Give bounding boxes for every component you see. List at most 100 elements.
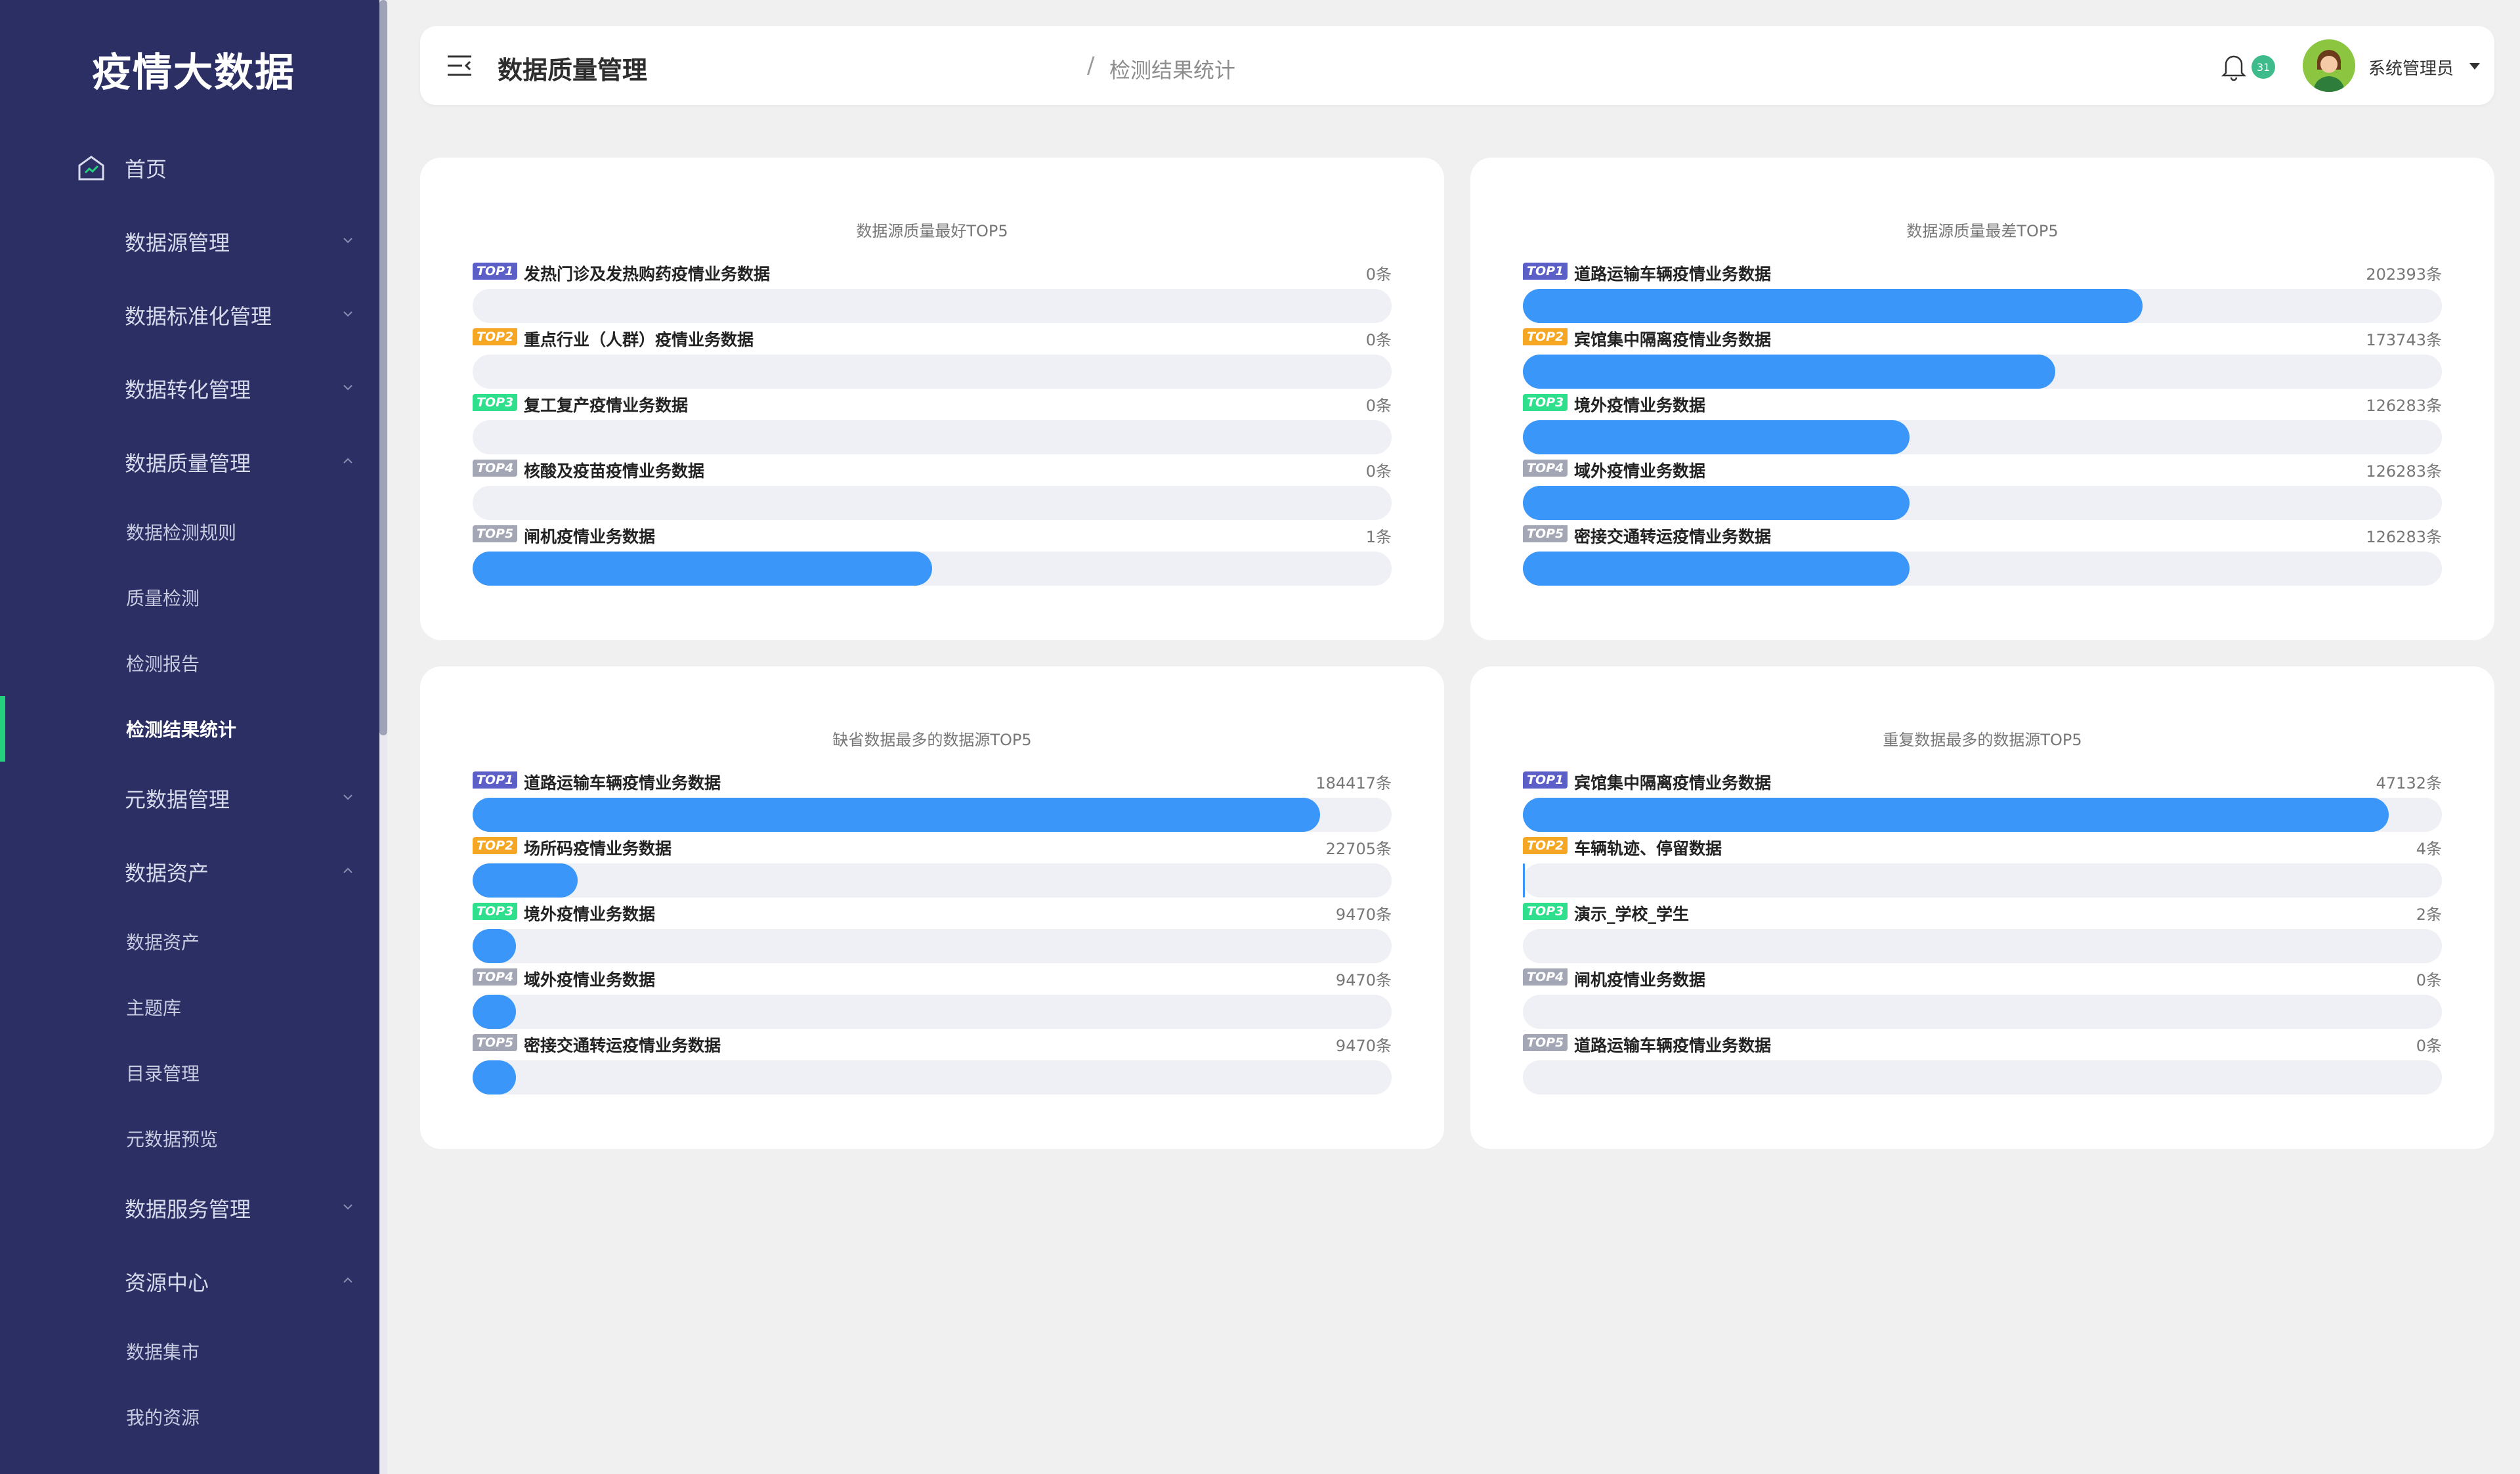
progress-fill: [1523, 863, 1525, 898]
rank-tag: TOP4: [1523, 460, 1568, 477]
rank-tag: TOP4: [1523, 968, 1568, 986]
rank-value: 0条: [1365, 331, 1392, 349]
rank-name: 宾馆集中隔离疫情业务数据: [1574, 330, 1772, 349]
sidebar-subitem-my-resource[interactable]: 我的资源: [0, 1384, 379, 1450]
rank-value: 126283条: [2366, 397, 2442, 415]
home-icon: [78, 156, 104, 181]
rank-tag: TOP5: [1523, 525, 1568, 542]
panel-most-duplicate: 重复数据最多的数据源TOP5 TOP1 宾馆集中隔离疫情业务数据 47132条 TOP…: [1470, 666, 2494, 1149]
sidebar-item-label: 数据转化管理: [125, 378, 251, 402]
rank-row: TOP4 域外疫情业务数据 126283条: [1523, 460, 2442, 525]
sidebar-item-label: 数据源管理: [125, 230, 230, 255]
sidebar-subitem-result-stats[interactable]: 检测结果统计: [0, 696, 379, 762]
chevron-down-icon: [343, 794, 352, 800]
sidebar-subitem-theme[interactable]: 主题库: [0, 974, 379, 1040]
rank-value: 0条: [2416, 971, 2442, 989]
sidebar-item-label: 数据质量管理: [125, 451, 251, 476]
progress-fill: [1523, 552, 1910, 586]
sidebar-item-quality[interactable]: 数据质量管理: [0, 425, 379, 499]
sidebar-subitem-report[interactable]: 检测报告: [0, 630, 379, 696]
sidebar-item-home[interactable]: 首页: [0, 131, 379, 205]
chevron-down-icon: [343, 238, 352, 244]
rank-value: 0条: [1365, 397, 1392, 415]
rank-row: TOP4 闸机疫情业务数据 0条: [1523, 968, 2442, 1034]
panel-title: 重复数据最多的数据源TOP5: [1883, 731, 2082, 749]
rank-tag: TOP3: [473, 394, 518, 411]
sidebar-subitem-quality-check[interactable]: 质量检测: [0, 565, 379, 630]
rank-value: 202393条: [2366, 265, 2442, 284]
rank-row: TOP3 境外疫情业务数据 9470条: [473, 903, 1392, 968]
progress-track: [473, 798, 1392, 832]
rank-tag: TOP4: [473, 460, 518, 477]
progress-fill: [473, 1060, 516, 1095]
progress-track: [1523, 995, 2442, 1029]
sidebar-item-resource[interactable]: 资源中心: [0, 1245, 379, 1318]
progress-track: [473, 995, 1392, 1029]
progress-track: [473, 863, 1392, 898]
sidebar-item-assets[interactable]: 数据资产: [0, 835, 379, 909]
rank-tag: TOP2: [473, 837, 518, 854]
user-name[interactable]: 系统管理员: [2368, 55, 2454, 79]
rank-name: 核酸及疫苗疫情业务数据: [524, 462, 705, 481]
sidebar-item-label: 首页: [125, 157, 167, 182]
sidebar-item-label: 资源中心: [125, 1270, 209, 1295]
progress-fill: [473, 798, 1320, 832]
rank-tag: TOP1: [473, 771, 518, 789]
progress-track: [473, 929, 1392, 963]
progress-track: [1523, 863, 2442, 898]
sidebar: 疫情大数据 首页 数据源管理 数据标准化管理 数据转化管理 数据质量管理 数据检…: [0, 0, 387, 1474]
sidebar-scrollbar-thumb[interactable]: [379, 0, 387, 735]
progress-track: [473, 420, 1392, 454]
rank-tag: TOP5: [473, 1034, 518, 1051]
progress-track: [1523, 1060, 2442, 1095]
rank-row: TOP2 场所码疫情业务数据 22705条: [473, 837, 1392, 903]
sidebar-subitem-market[interactable]: 数据集市: [0, 1318, 379, 1384]
rank-value: 0条: [1365, 265, 1392, 284]
progress-track: [1523, 552, 2442, 586]
sidebar-scrollbar-track[interactable]: [379, 0, 387, 1474]
sidebar-item-datasource[interactable]: 数据源管理: [0, 205, 379, 278]
rank-name: 发热门诊及发热购药疫情业务数据: [524, 265, 771, 284]
rank-name: 闸机疫情业务数据: [1574, 970, 1706, 989]
menu-collapse-icon[interactable]: [445, 51, 474, 80]
rank-tag: TOP3: [473, 903, 518, 920]
rank-row: TOP5 密接交通转运疫情业务数据 9470条: [473, 1034, 1392, 1100]
sidebar-item-transform[interactable]: 数据转化管理: [0, 352, 379, 425]
caret-down-icon[interactable]: [2469, 63, 2480, 70]
progress-track: [1523, 798, 2442, 832]
rank-row: TOP1 发热门诊及发热购药疫情业务数据 0条: [473, 263, 1392, 328]
sidebar-item-standardize[interactable]: 数据标准化管理: [0, 278, 379, 352]
panel-most-missing: 缺省数据最多的数据源TOP5 TOP1 道路运输车辆疫情业务数据 184417条 TO…: [420, 666, 1444, 1149]
panel-title: 数据源质量最差TOP5: [1906, 222, 2059, 240]
progress-track: [473, 1060, 1392, 1095]
rank-row: TOP1 道路运输车辆疫情业务数据 184417条: [473, 771, 1392, 837]
rank-name: 域外疫情业务数据: [1574, 462, 1706, 481]
rank-name: 道路运输车辆疫情业务数据: [1574, 1036, 1772, 1055]
rank-value: 9470条: [1335, 1037, 1392, 1055]
sidebar-item-metadata[interactable]: 元数据管理: [0, 762, 379, 835]
breadcrumb-separator: /: [1087, 53, 1095, 79]
panel-title: 数据源质量最好TOP5: [856, 222, 1008, 240]
rank-value: 0条: [2416, 1037, 2442, 1055]
rank-value: 126283条: [2366, 462, 2442, 481]
rank-row: TOP1 宾馆集中隔离疫情业务数据 47132条: [1523, 771, 2442, 837]
sidebar-subitem-assets[interactable]: 数据资产: [0, 909, 379, 974]
sidebar-item-service[interactable]: 数据服务管理: [0, 1171, 379, 1245]
rank-row: TOP4 核酸及疫苗疫情业务数据 0条: [473, 460, 1392, 525]
rank-row: TOP2 车辆轨迹、停留数据 4条: [1523, 837, 2442, 903]
avatar[interactable]: [2303, 39, 2355, 92]
sidebar-subitem-rules[interactable]: 数据检测规则: [0, 499, 379, 565]
progress-track: [473, 355, 1392, 389]
sidebar-subitem-catalog[interactable]: 目录管理: [0, 1040, 379, 1106]
rank-value: 22705条: [1325, 840, 1392, 858]
rank-name: 演示_学校_学生: [1574, 905, 1690, 924]
sidebar-nav: 首页 数据源管理 数据标准化管理 数据转化管理 数据质量管理 数据检测规则 质量…: [0, 131, 379, 1450]
breadcrumb-main[interactable]: 数据质量管理: [498, 50, 647, 86]
bell-icon[interactable]: [2219, 51, 2249, 81]
rank-value: 4条: [2416, 840, 2442, 858]
rank-name: 闸机疫情业务数据: [524, 527, 656, 546]
rank-name: 道路运输车辆疫情业务数据: [524, 773, 721, 792]
progress-fill: [473, 995, 516, 1029]
sidebar-subitem-meta-preview[interactable]: 元数据预览: [0, 1106, 379, 1171]
panel-best-quality: 数据源质量最好TOP5 TOP1 发热门诊及发热购药疫情业务数据 0条 TOP2 重点行…: [420, 158, 1444, 640]
